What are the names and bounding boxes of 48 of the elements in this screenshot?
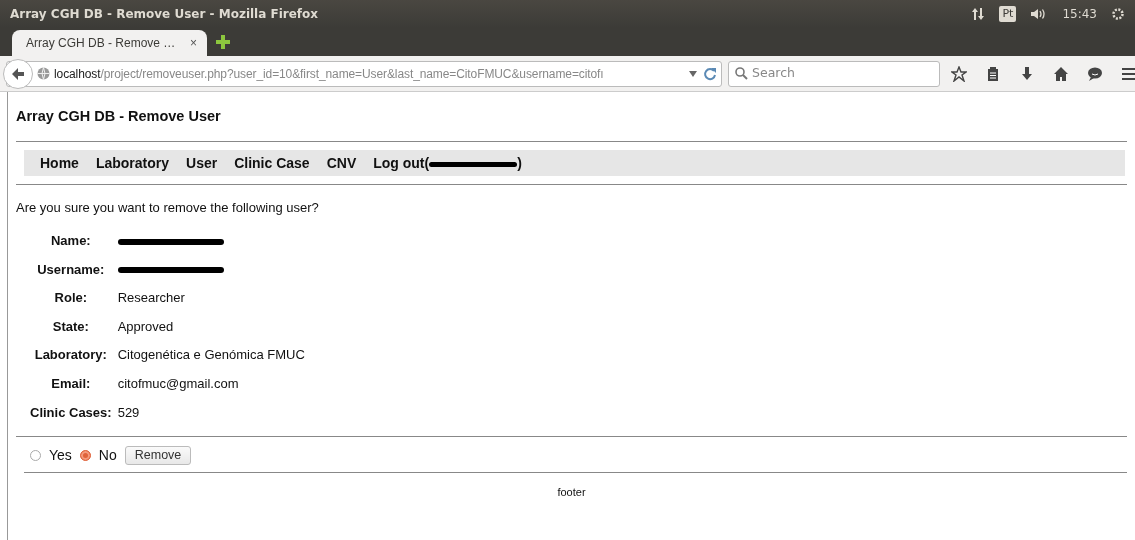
keyboard-layout-indicator[interactable]: Pt [999, 5, 1017, 23]
field-value: Researcher [117, 290, 186, 306]
nav-link[interactable]: Log out( ) [373, 155, 522, 172]
field-label: Name: [49, 233, 92, 249]
field-label: Username: [36, 261, 106, 278]
close-tab-button[interactable]: × [190, 34, 197, 52]
field-value: citofmuc@gmail.com [117, 375, 240, 392]
radio-option[interactable]: No [79, 447, 117, 465]
reload-icon[interactable] [703, 66, 717, 81]
field-label: State: [51, 318, 90, 335]
download-arrow-icon [1019, 65, 1035, 82]
search-icon [735, 67, 748, 80]
dropdown-caret-icon[interactable] [688, 69, 698, 78]
nav-link[interactable]: Laboratory [95, 155, 170, 172]
clock[interactable]: 15:43 [1062, 5, 1097, 23]
bookmark-star-icon [951, 65, 967, 82]
home-icon [1053, 65, 1069, 82]
remove-button[interactable]: Remove [124, 446, 192, 466]
field-value: Approved [117, 318, 175, 335]
nav-link[interactable]: Clinic Case [234, 155, 310, 172]
globe-icon [37, 67, 50, 80]
nav-link[interactable]: Home [40, 155, 79, 172]
menu-icon [1121, 65, 1135, 82]
clipboard-icon [985, 65, 1001, 82]
browser-tab[interactable]: Array CGH DB - Remove … × [12, 30, 207, 56]
field-label: Laboratory: [33, 347, 108, 363]
page-heading: Array CGH DB - Remove User [16, 108, 1127, 143]
field-label: Email: [50, 375, 92, 392]
field-value: 529 [117, 404, 141, 421]
question-text: Are you sure you want to remove the following user? [16, 200, 320, 216]
power-icon[interactable] [1111, 7, 1125, 21]
field-value: Citogenética e Genómica FMUC [117, 347, 305, 363]
nav-link[interactable]: CNV [326, 155, 357, 172]
field-label: Clinic Cases: [30, 404, 112, 421]
url-text: localhost/project/removeuser.php?user_id=10&first_name=User&last_name=CitoFMUC&username=citofı [54, 65, 605, 83]
field-label: Role: [53, 290, 89, 306]
footer-text: footer [556, 485, 587, 500]
search-field[interactable]: Search [728, 60, 940, 87]
chat-bubble-icon [1087, 65, 1103, 82]
back-button[interactable] [3, 58, 33, 89]
nav-link[interactable]: User [186, 155, 218, 172]
address-bar[interactable]: localhost/project/removeuser.php?user_id=10&first_name=User&last_name=CitoFMUC&username=citofı [6, 60, 722, 87]
radio-option[interactable]: Yes [30, 447, 72, 465]
window-title: Array CGH DB - Remove User - Mozilla Firefox [10, 6, 319, 23]
network-arrows-icon[interactable] [971, 7, 986, 21]
tab-title: Array CGH DB - Remove … [26, 35, 176, 52]
new-tab-icon[interactable] [215, 34, 231, 50]
back-arrow-icon [11, 66, 25, 81]
